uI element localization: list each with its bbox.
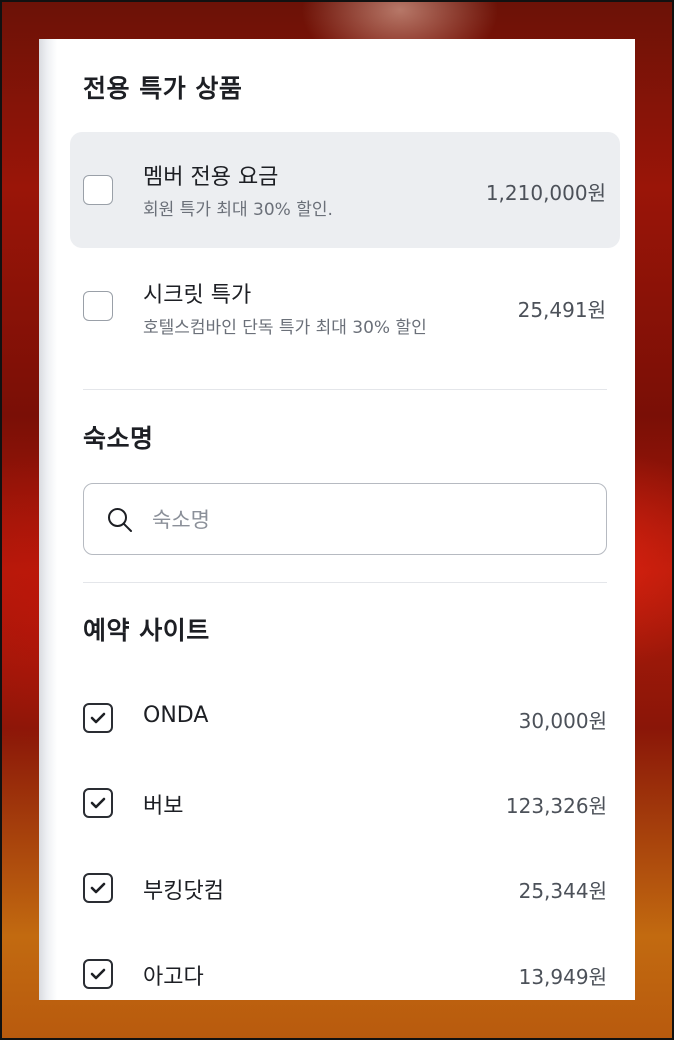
site-row-vervo[interactable]: 버보 123,326원 xyxy=(83,784,607,824)
check-icon xyxy=(90,882,106,894)
booking-checkbox[interactable] xyxy=(83,873,113,903)
site-row-onda[interactable]: ONDA 30,000원 xyxy=(83,699,607,739)
check-icon xyxy=(90,797,106,809)
check-icon xyxy=(90,712,106,724)
rate-row-secret[interactable]: 시크릿 특가 호텔스컴바인 단독 특가 최대 30% 할인 25,491원 xyxy=(70,248,620,364)
filter-panel: 전용 특가 상품 멤버 전용 요금 회원 특가 최대 30% 할인. 1,210… xyxy=(39,39,635,1000)
secret-rate-desc: 호텔스컴바인 단독 특가 최대 30% 할인 xyxy=(143,318,427,338)
member-rate-desc: 회원 특가 최대 30% 할인. xyxy=(143,200,333,220)
secret-rate-name: 시크릿 특가 xyxy=(143,283,252,308)
site-price: 25,344원 xyxy=(518,879,607,903)
special-rates-title: 전용 특가 상품 xyxy=(83,74,243,103)
member-rate-checkbox[interactable] xyxy=(83,175,113,205)
site-price: 30,000원 xyxy=(518,709,607,733)
panel-shadow-edge xyxy=(39,39,57,1000)
property-name-title: 숙소명 xyxy=(83,424,154,453)
site-price: 13,949원 xyxy=(518,965,607,989)
secret-rate-price: 25,491원 xyxy=(517,298,606,322)
booking-sites-title: 예약 사이트 xyxy=(83,616,210,645)
rate-row-member[interactable]: 멤버 전용 요금 회원 특가 최대 30% 할인. 1,210,000원 xyxy=(70,132,620,248)
site-name: 아고다 xyxy=(143,965,204,990)
site-price: 123,326원 xyxy=(505,794,607,818)
section-divider xyxy=(83,582,607,583)
member-rate-name: 멤버 전용 요금 xyxy=(143,165,279,190)
property-search-box[interactable] xyxy=(83,483,607,555)
secret-rate-checkbox[interactable] xyxy=(83,291,113,321)
site-name: 부킹닷컴 xyxy=(143,879,224,904)
search-icon xyxy=(106,506,134,538)
vervo-checkbox[interactable] xyxy=(83,788,113,818)
site-row-booking[interactable]: 부킹닷컴 25,344원 xyxy=(83,869,607,909)
check-icon xyxy=(90,968,106,980)
property-search-input[interactable] xyxy=(150,498,594,542)
site-row-agoda[interactable]: 아고다 13,949원 xyxy=(83,955,607,995)
member-rate-price: 1,210,000원 xyxy=(485,181,606,205)
site-name: 버보 xyxy=(143,794,184,819)
onda-checkbox[interactable] xyxy=(83,703,113,733)
section-divider xyxy=(83,389,607,390)
site-name: ONDA xyxy=(143,703,209,728)
agoda-checkbox[interactable] xyxy=(83,959,113,989)
